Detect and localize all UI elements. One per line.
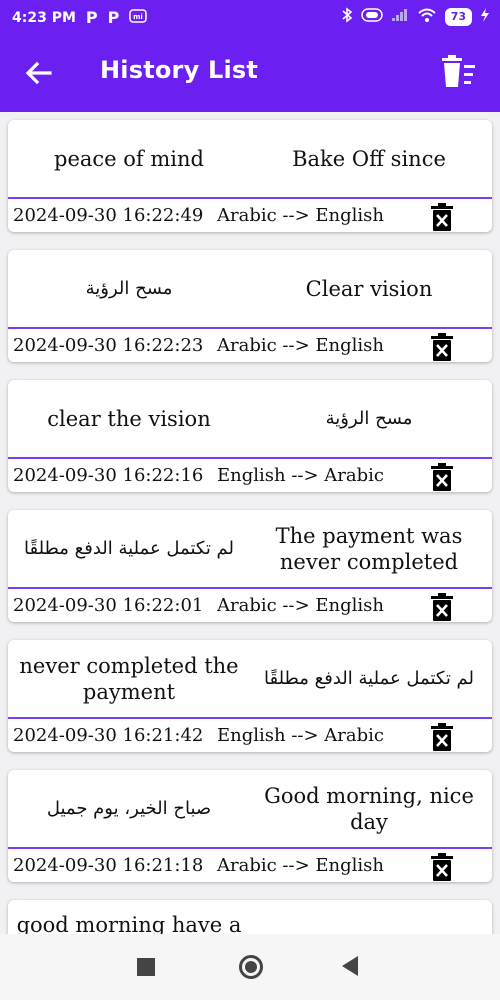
delete-item-button[interactable] <box>428 332 456 362</box>
page-title: History List <box>100 56 259 84</box>
history-card[interactable]: مسح الرؤية Clear vision 2024-09-30 16:22… <box>8 250 492 362</box>
trash-icon <box>431 853 453 881</box>
translation-direction: Arabic --> English <box>217 205 384 226</box>
source-text: صباح الخير، يوم جميل <box>46 798 212 819</box>
history-card[interactable]: good morning have a <box>8 900 492 934</box>
timestamp: 2024-09-30 16:22:49 <box>13 205 204 226</box>
arrow-left-icon <box>25 61 52 85</box>
history-card[interactable]: صباح الخير، يوم جميل Good morning, nice … <box>8 770 492 882</box>
translated-text: Bake Off since <box>292 147 446 171</box>
system-back-button[interactable] <box>342 956 358 976</box>
toggle-icon <box>360 8 383 26</box>
history-card[interactable]: لم تكتمل عملية الدفع مطلقًا The payment … <box>8 510 492 622</box>
translation-direction: Arabic --> English <box>217 335 384 356</box>
charging-icon <box>480 8 490 26</box>
timestamp: 2024-09-30 16:21:42 <box>13 725 204 746</box>
source-text: لم تكتمل عملية الدفع مطلقًا <box>23 538 235 559</box>
battery-indicator: 73 <box>444 8 472 26</box>
translated-text: The payment was never completed <box>275 524 463 574</box>
delete-sweep-icon <box>442 55 475 87</box>
trash-icon <box>431 723 453 751</box>
trash-icon <box>431 593 453 621</box>
signal-icon <box>391 8 409 26</box>
delete-item-button[interactable] <box>428 202 456 232</box>
translated-text <box>252 900 486 934</box>
timestamp: 2024-09-30 16:22:01 <box>13 595 204 616</box>
translation-direction: Arabic --> English <box>217 595 384 616</box>
history-card[interactable]: peace of mind Bake Off since 2024-09-30 … <box>8 120 492 232</box>
mi-icon: mi <box>129 8 148 27</box>
source-text: مسح الرؤية <box>85 278 173 299</box>
system-nav-bar <box>0 934 500 1000</box>
card-divider <box>8 847 492 849</box>
back-button[interactable] <box>22 56 56 90</box>
status-time: 4:23 PM <box>12 9 76 26</box>
card-divider <box>8 457 492 459</box>
translation-direction: English --> Arabic <box>217 465 384 486</box>
svg-text:mi: mi <box>134 13 144 21</box>
status-bar: 4:23 PM P P mi 73 <box>0 0 500 34</box>
card-divider <box>8 197 492 199</box>
timestamp: 2024-09-30 16:21:18 <box>13 855 204 876</box>
card-divider <box>8 587 492 589</box>
wifi-icon <box>417 8 437 26</box>
translated-text: Clear vision <box>305 277 433 301</box>
translated-text: Good morning, nice day <box>264 784 474 834</box>
translated-text: مسح الرؤية <box>325 408 413 429</box>
bluetooth-icon <box>341 7 353 27</box>
delete-item-button[interactable] <box>428 462 456 492</box>
timestamp: 2024-09-30 16:22:23 <box>13 335 204 356</box>
trash-icon <box>431 333 453 361</box>
timestamp: 2024-09-30 16:22:16 <box>13 465 204 486</box>
recents-button[interactable] <box>137 958 155 976</box>
history-card[interactable]: never completed the payment لم تكتمل عمل… <box>8 640 492 752</box>
notification-icon-p1: P <box>85 8 98 27</box>
trash-icon <box>431 463 453 491</box>
history-card[interactable]: clear the vision مسح الرؤية 2024-09-30 1… <box>8 380 492 492</box>
card-divider <box>8 717 492 719</box>
trash-icon <box>431 203 453 231</box>
notification-icon-p2: P <box>107 8 120 27</box>
source-text: peace of mind <box>54 147 204 171</box>
translated-text: لم تكتمل عملية الدفع مطلقًا <box>263 668 475 689</box>
delete-item-button[interactable] <box>428 592 456 622</box>
source-text: never completed the payment <box>19 654 239 704</box>
app-bar: History List <box>0 34 500 112</box>
card-divider <box>8 327 492 329</box>
history-list[interactable]: peace of mind Bake Off since 2024-09-30 … <box>0 112 500 934</box>
delete-item-button[interactable] <box>428 852 456 882</box>
translation-direction: English --> Arabic <box>217 725 384 746</box>
source-text: good morning have a <box>16 913 242 934</box>
source-text: clear the vision <box>47 407 211 431</box>
translation-direction: Arabic --> English <box>217 855 384 876</box>
clear-history-button[interactable] <box>438 52 478 92</box>
home-button[interactable] <box>239 955 263 979</box>
delete-item-button[interactable] <box>428 722 456 752</box>
